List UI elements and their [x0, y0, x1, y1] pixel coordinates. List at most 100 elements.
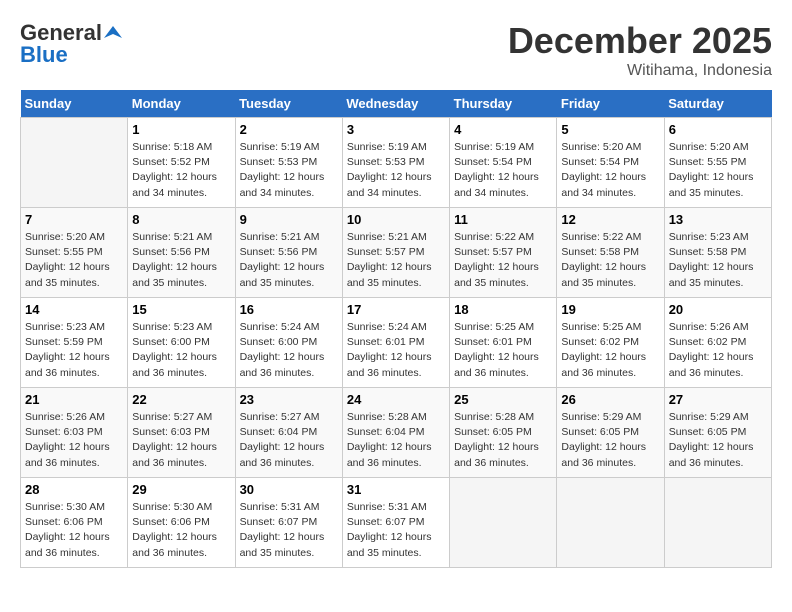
title-block: December 2025 Witihama, Indonesia: [508, 20, 772, 80]
calendar-cell: 14 Sunrise: 5:23 AMSunset: 5:59 PMDaylig…: [21, 298, 128, 388]
weekday-header: Saturday: [664, 90, 771, 118]
calendar-week-row: 14 Sunrise: 5:23 AMSunset: 5:59 PMDaylig…: [21, 298, 772, 388]
day-info: Sunrise: 5:24 AMSunset: 6:00 PMDaylight:…: [240, 321, 325, 379]
day-info: Sunrise: 5:30 AMSunset: 6:06 PMDaylight:…: [132, 501, 217, 559]
day-info: Sunrise: 5:21 AMSunset: 5:57 PMDaylight:…: [347, 231, 432, 289]
day-info: Sunrise: 5:22 AMSunset: 5:58 PMDaylight:…: [561, 231, 646, 289]
day-info: Sunrise: 5:20 AMSunset: 5:54 PMDaylight:…: [561, 141, 646, 199]
calendar-cell: [450, 478, 557, 568]
day-number: 13: [669, 212, 767, 227]
day-number: 11: [454, 212, 552, 227]
location: Witihama, Indonesia: [508, 62, 772, 80]
day-info: Sunrise: 5:25 AMSunset: 6:02 PMDaylight:…: [561, 321, 646, 379]
calendar-week-row: 7 Sunrise: 5:20 AMSunset: 5:55 PMDayligh…: [21, 208, 772, 298]
calendar-cell: 20 Sunrise: 5:26 AMSunset: 6:02 PMDaylig…: [664, 298, 771, 388]
calendar-cell: 19 Sunrise: 5:25 AMSunset: 6:02 PMDaylig…: [557, 298, 664, 388]
day-info: Sunrise: 5:23 AMSunset: 5:59 PMDaylight:…: [25, 321, 110, 379]
calendar-cell: 11 Sunrise: 5:22 AMSunset: 5:57 PMDaylig…: [450, 208, 557, 298]
day-number: 23: [240, 392, 338, 407]
day-info: Sunrise: 5:26 AMSunset: 6:03 PMDaylight:…: [25, 411, 110, 469]
day-number: 3: [347, 122, 445, 137]
logo-blue: Blue: [20, 42, 68, 68]
calendar-cell: 13 Sunrise: 5:23 AMSunset: 5:58 PMDaylig…: [664, 208, 771, 298]
calendar-cell: 2 Sunrise: 5:19 AMSunset: 5:53 PMDayligh…: [235, 118, 342, 208]
day-number: 8: [132, 212, 230, 227]
day-number: 21: [25, 392, 123, 407]
page-header: General Blue December 2025 Witihama, Ind…: [20, 20, 772, 80]
header-row: SundayMondayTuesdayWednesdayThursdayFrid…: [21, 90, 772, 118]
day-info: Sunrise: 5:19 AMSunset: 5:53 PMDaylight:…: [347, 141, 432, 199]
day-info: Sunrise: 5:26 AMSunset: 6:02 PMDaylight:…: [669, 321, 754, 379]
day-info: Sunrise: 5:20 AMSunset: 5:55 PMDaylight:…: [669, 141, 754, 199]
day-info: Sunrise: 5:28 AMSunset: 6:04 PMDaylight:…: [347, 411, 432, 469]
weekday-header: Monday: [128, 90, 235, 118]
day-number: 15: [132, 302, 230, 317]
calendar-cell: 17 Sunrise: 5:24 AMSunset: 6:01 PMDaylig…: [342, 298, 449, 388]
day-info: Sunrise: 5:24 AMSunset: 6:01 PMDaylight:…: [347, 321, 432, 379]
day-number: 20: [669, 302, 767, 317]
calendar-cell: 7 Sunrise: 5:20 AMSunset: 5:55 PMDayligh…: [21, 208, 128, 298]
day-info: Sunrise: 5:22 AMSunset: 5:57 PMDaylight:…: [454, 231, 539, 289]
day-info: Sunrise: 5:27 AMSunset: 6:03 PMDaylight:…: [132, 411, 217, 469]
day-number: 29: [132, 482, 230, 497]
calendar-cell: 21 Sunrise: 5:26 AMSunset: 6:03 PMDaylig…: [21, 388, 128, 478]
day-number: 7: [25, 212, 123, 227]
calendar-cell: 9 Sunrise: 5:21 AMSunset: 5:56 PMDayligh…: [235, 208, 342, 298]
calendar-cell: 24 Sunrise: 5:28 AMSunset: 6:04 PMDaylig…: [342, 388, 449, 478]
calendar-week-row: 21 Sunrise: 5:26 AMSunset: 6:03 PMDaylig…: [21, 388, 772, 478]
day-info: Sunrise: 5:29 AMSunset: 6:05 PMDaylight:…: [669, 411, 754, 469]
day-number: 16: [240, 302, 338, 317]
day-info: Sunrise: 5:21 AMSunset: 5:56 PMDaylight:…: [132, 231, 217, 289]
day-info: Sunrise: 5:23 AMSunset: 6:00 PMDaylight:…: [132, 321, 217, 379]
calendar-cell: [557, 478, 664, 568]
day-info: Sunrise: 5:19 AMSunset: 5:53 PMDaylight:…: [240, 141, 325, 199]
day-number: 25: [454, 392, 552, 407]
day-number: 9: [240, 212, 338, 227]
calendar-cell: 27 Sunrise: 5:29 AMSunset: 6:05 PMDaylig…: [664, 388, 771, 478]
calendar-cell: [21, 118, 128, 208]
day-number: 30: [240, 482, 338, 497]
day-number: 4: [454, 122, 552, 137]
calendar-cell: 10 Sunrise: 5:21 AMSunset: 5:57 PMDaylig…: [342, 208, 449, 298]
day-info: Sunrise: 5:20 AMSunset: 5:55 PMDaylight:…: [25, 231, 110, 289]
calendar-cell: 12 Sunrise: 5:22 AMSunset: 5:58 PMDaylig…: [557, 208, 664, 298]
day-number: 24: [347, 392, 445, 407]
calendar-cell: 15 Sunrise: 5:23 AMSunset: 6:00 PMDaylig…: [128, 298, 235, 388]
day-number: 12: [561, 212, 659, 227]
logo-bird-icon: [104, 24, 122, 42]
weekday-header: Tuesday: [235, 90, 342, 118]
calendar-cell: 31 Sunrise: 5:31 AMSunset: 6:07 PMDaylig…: [342, 478, 449, 568]
day-number: 17: [347, 302, 445, 317]
day-info: Sunrise: 5:27 AMSunset: 6:04 PMDaylight:…: [240, 411, 325, 469]
day-info: Sunrise: 5:21 AMSunset: 5:56 PMDaylight:…: [240, 231, 325, 289]
weekday-header: Wednesday: [342, 90, 449, 118]
day-info: Sunrise: 5:19 AMSunset: 5:54 PMDaylight:…: [454, 141, 539, 199]
day-number: 1: [132, 122, 230, 137]
calendar-cell: 29 Sunrise: 5:30 AMSunset: 6:06 PMDaylig…: [128, 478, 235, 568]
calendar-cell: 1 Sunrise: 5:18 AMSunset: 5:52 PMDayligh…: [128, 118, 235, 208]
day-number: 19: [561, 302, 659, 317]
day-info: Sunrise: 5:18 AMSunset: 5:52 PMDaylight:…: [132, 141, 217, 199]
day-number: 6: [669, 122, 767, 137]
day-info: Sunrise: 5:30 AMSunset: 6:06 PMDaylight:…: [25, 501, 110, 559]
logo: General Blue: [20, 20, 122, 68]
day-number: 31: [347, 482, 445, 497]
day-info: Sunrise: 5:23 AMSunset: 5:58 PMDaylight:…: [669, 231, 754, 289]
calendar-cell: 3 Sunrise: 5:19 AMSunset: 5:53 PMDayligh…: [342, 118, 449, 208]
day-info: Sunrise: 5:31 AMSunset: 6:07 PMDaylight:…: [347, 501, 432, 559]
calendar-cell: 5 Sunrise: 5:20 AMSunset: 5:54 PMDayligh…: [557, 118, 664, 208]
month-title: December 2025: [508, 20, 772, 62]
day-number: 22: [132, 392, 230, 407]
calendar-table: SundayMondayTuesdayWednesdayThursdayFrid…: [20, 90, 772, 568]
calendar-week-row: 1 Sunrise: 5:18 AMSunset: 5:52 PMDayligh…: [21, 118, 772, 208]
day-number: 2: [240, 122, 338, 137]
calendar-cell: 23 Sunrise: 5:27 AMSunset: 6:04 PMDaylig…: [235, 388, 342, 478]
calendar-cell: 26 Sunrise: 5:29 AMSunset: 6:05 PMDaylig…: [557, 388, 664, 478]
day-number: 28: [25, 482, 123, 497]
day-number: 27: [669, 392, 767, 407]
day-number: 5: [561, 122, 659, 137]
calendar-cell: 6 Sunrise: 5:20 AMSunset: 5:55 PMDayligh…: [664, 118, 771, 208]
calendar-cell: 25 Sunrise: 5:28 AMSunset: 6:05 PMDaylig…: [450, 388, 557, 478]
calendar-cell: 28 Sunrise: 5:30 AMSunset: 6:06 PMDaylig…: [21, 478, 128, 568]
day-info: Sunrise: 5:31 AMSunset: 6:07 PMDaylight:…: [240, 501, 325, 559]
